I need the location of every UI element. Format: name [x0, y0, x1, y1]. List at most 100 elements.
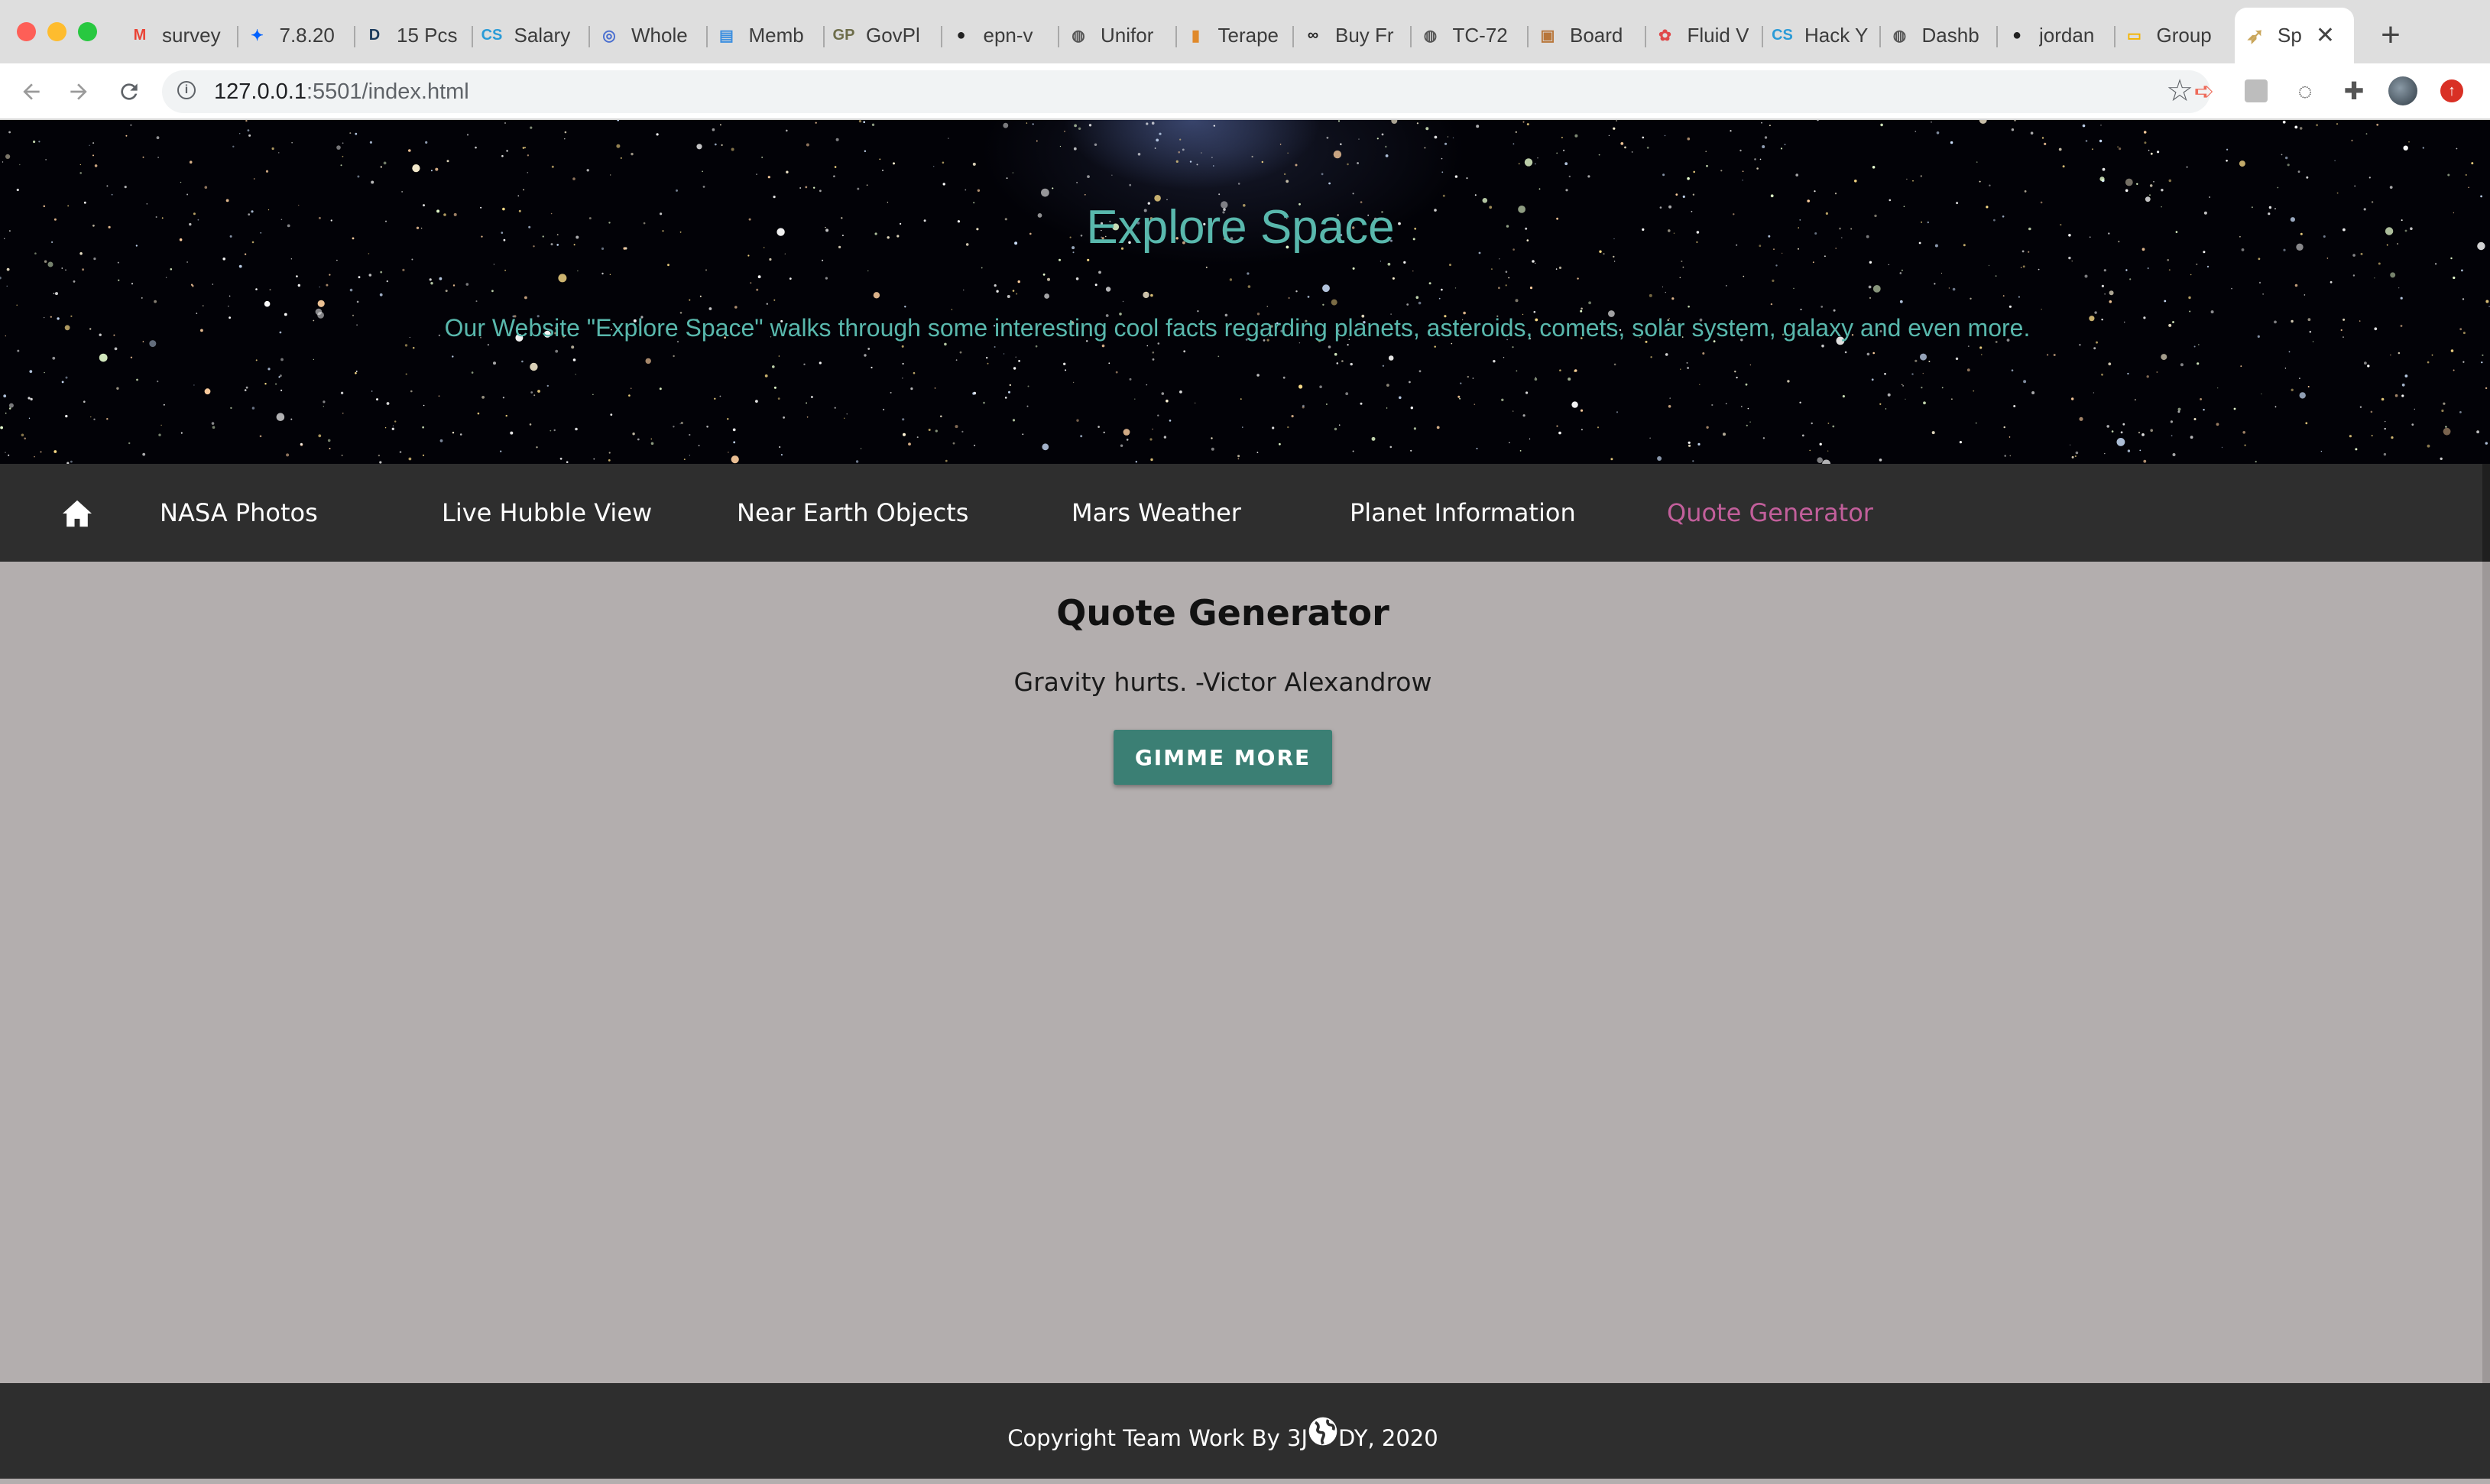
gimme-more-button[interactable]: GIMME MORE — [1114, 730, 1332, 785]
star — [5, 154, 11, 159]
star — [1134, 398, 1136, 400]
star — [2401, 394, 2404, 397]
star — [2031, 391, 2035, 394]
arrow-left-icon — [23, 83, 40, 100]
star — [1237, 455, 1240, 458]
star — [318, 434, 322, 438]
star — [2068, 256, 2071, 260]
nav-item-live-hubble-view[interactable]: Live Hubble View — [442, 464, 652, 562]
back-button[interactable] — [12, 73, 50, 111]
star — [255, 359, 258, 361]
tab-label: Whole — [631, 24, 688, 47]
nav-item-near-earth-objects[interactable]: Near Earth Objects — [737, 464, 968, 562]
new-tab-button[interactable]: + — [2369, 14, 2412, 57]
browser-tab[interactable]: ▭ Group — [2113, 8, 2232, 63]
star — [47, 261, 53, 267]
browser-tab[interactable]: ▮ Terape — [1175, 8, 1293, 63]
info-icon[interactable]: i — [177, 81, 196, 99]
star — [2453, 276, 2456, 280]
star — [1242, 426, 1243, 428]
extensions-puzzle-icon[interactable]: ✚ — [2337, 74, 2371, 108]
nav-item-quote-generator[interactable]: Quote Generator — [1667, 464, 1873, 562]
url-text[interactable]: 127.0.0.1:5501/index.html — [214, 70, 469, 113]
browser-tab-active[interactable]: ➶ Sp ✕ — [2235, 8, 2354, 63]
star — [1240, 398, 1242, 400]
star — [1474, 194, 1477, 196]
star — [502, 397, 505, 399]
star — [1298, 384, 1303, 389]
star — [2053, 354, 2056, 356]
star — [1442, 194, 1445, 197]
maximize-window-button[interactable] — [78, 22, 97, 41]
star — [2304, 294, 2306, 296]
star — [446, 160, 449, 163]
star — [871, 366, 873, 369]
star — [2161, 189, 2164, 192]
reload-button[interactable] — [110, 73, 148, 111]
star — [2376, 123, 2379, 126]
browser-tab[interactable]: CS Salary — [471, 8, 589, 63]
browser-tab[interactable]: ◍ Unifor — [1058, 8, 1175, 63]
star — [211, 422, 215, 425]
browser-tab[interactable]: ▤ Memb — [705, 8, 824, 63]
globe-icon: ◍ — [1892, 28, 1907, 44]
star — [1820, 306, 1824, 308]
nav-item-nasa-photos[interactable]: NASA Photos — [160, 464, 318, 562]
browser-tab[interactable]: ◎ Whole — [588, 8, 706, 63]
browser-tab[interactable]: GP GovPl — [823, 8, 941, 63]
star — [323, 406, 324, 407]
star — [2330, 280, 2333, 284]
star — [422, 454, 425, 456]
close-window-button[interactable] — [17, 22, 36, 41]
star — [903, 433, 906, 436]
star — [438, 395, 440, 397]
star — [2258, 281, 2261, 284]
browser-tab[interactable]: ∞ Buy Fr — [1292, 8, 1410, 63]
forward-button[interactable] — [60, 73, 98, 111]
update-icon[interactable]: ↑ — [2435, 74, 2469, 108]
profile-avatar[interactable] — [2386, 74, 2420, 108]
nav-item-mars-weather[interactable]: Mars Weather — [1072, 464, 1241, 562]
browser-tab[interactable]: ◍ TC-72 — [1409, 8, 1528, 63]
star — [8, 403, 14, 408]
star — [2359, 406, 2362, 408]
star — [1476, 448, 1478, 449]
browser-tab[interactable]: ◍ Dashb — [1879, 8, 1997, 63]
star — [1441, 157, 1443, 160]
star — [1333, 150, 1342, 159]
star — [1680, 368, 1681, 370]
close-tab-icon[interactable]: ✕ — [2316, 22, 2335, 49]
star — [916, 436, 919, 439]
extension-face-icon[interactable]: ◌ — [2288, 74, 2322, 108]
address-bar[interactable]: i 127.0.0.1:5501/index.html ☆ — [162, 70, 2210, 113]
star — [2244, 444, 2246, 446]
browser-tab[interactable]: ▣ Board — [1527, 8, 1645, 63]
star — [846, 413, 848, 415]
browser-tab[interactable]: D 15 Pcs — [354, 8, 472, 63]
star — [1454, 287, 1457, 289]
star — [336, 145, 341, 150]
star — [773, 386, 777, 389]
extension-arrow-icon[interactable]: ➪ — [2187, 74, 2221, 108]
star — [5, 412, 7, 414]
star — [806, 402, 807, 404]
star — [650, 442, 654, 446]
browser-tab[interactable]: ● jordan — [1996, 8, 2114, 63]
globe-icon — [1308, 1417, 1337, 1446]
extension-puzzle-gray-icon[interactable] — [2239, 74, 2273, 108]
star — [1940, 272, 1943, 274]
home-icon[interactable] — [61, 499, 93, 528]
star — [2150, 429, 2153, 432]
star — [1115, 371, 1118, 374]
nav-item-planet-information[interactable]: Planet Information — [1350, 464, 1576, 562]
browser-tab[interactable]: ● epn-v — [940, 8, 1059, 63]
minimize-window-button[interactable] — [47, 22, 66, 41]
browser-tab[interactable]: CS Hack Y — [1762, 8, 1879, 63]
browser-tab[interactable]: ✿ Fluid V — [1644, 8, 1762, 63]
browser-tab[interactable]: ✦ 7.8.20 — [236, 8, 355, 63]
star — [1973, 390, 1975, 392]
star — [2143, 131, 2147, 134]
browser-tab[interactable]: Msurvey — [119, 8, 237, 63]
star — [1003, 353, 1005, 355]
star — [1385, 154, 1389, 157]
